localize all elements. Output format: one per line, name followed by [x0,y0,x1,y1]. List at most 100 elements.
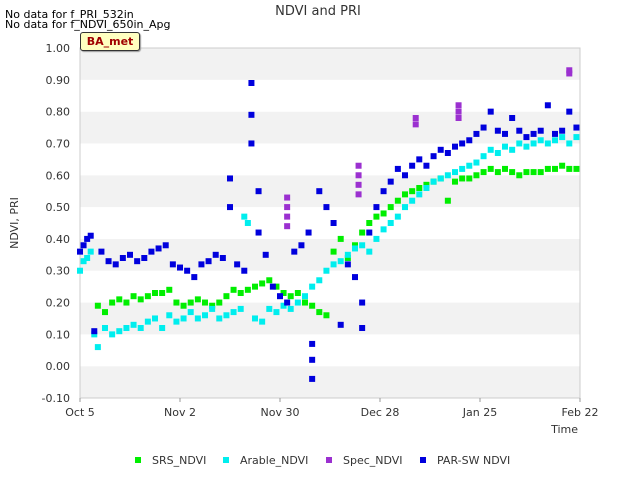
data-point [523,134,530,141]
data-point [573,165,580,172]
data-point [309,283,316,290]
data-point [480,169,487,176]
data-point [198,261,205,268]
y-tick-label: 0.30 [46,265,71,278]
data-point [473,172,480,179]
data-point [162,242,169,249]
data-point [137,296,144,303]
data-point [166,286,173,293]
data-point [180,315,187,322]
data-point [255,188,262,195]
data-point [387,178,394,185]
data-point [109,299,116,306]
data-point [530,169,537,176]
data-point [355,162,362,169]
data-point [509,169,516,176]
data-point [169,261,176,268]
data-point [155,245,162,252]
data-point [91,328,98,335]
data-point [284,194,291,201]
y-axis-label: NDVI, PRI [8,197,21,249]
grid-band [80,111,580,144]
data-point [173,318,180,325]
site-badge: BA_met [80,32,140,51]
data-point [105,258,112,265]
data-point [444,150,451,156]
data-point [244,220,251,226]
data-point [269,283,276,290]
data-point [416,156,423,163]
data-point [437,175,444,182]
data-point [537,137,544,144]
data-point [284,204,291,211]
data-point [355,172,362,179]
data-point [559,162,566,169]
data-point [355,181,362,188]
data-point [387,220,394,226]
data-point [473,130,480,137]
data-point [352,274,358,281]
data-point [544,102,551,109]
data-point [212,251,219,258]
grid-band [80,79,580,112]
data-point [287,293,294,300]
data-point [502,143,508,150]
data-point [330,220,337,226]
data-point [494,169,501,176]
data-point [252,283,258,290]
grid-band [80,48,580,80]
data-point [316,277,323,284]
y-tick-label: 0.90 [46,74,71,87]
data-point [291,248,298,255]
data-point [509,115,516,121]
legend-label: PAR-SW NDVI [437,454,510,467]
data-point [430,153,437,160]
data-point [152,290,158,296]
data-point [373,204,380,211]
data-point [205,258,212,265]
data-point [380,226,387,233]
y-tick-label: 0.60 [46,169,71,182]
data-point [116,328,123,335]
data-point [187,299,194,306]
data-point [402,191,408,198]
data-point [459,175,466,182]
data-point [159,325,166,331]
chart-title: NDVI and PRI [275,4,361,19]
data-point [452,169,458,176]
data-point [87,248,94,255]
data-point [309,356,316,363]
data-point [273,309,280,316]
data-point [302,293,308,300]
data-point [255,229,262,236]
data-point [330,261,337,268]
data-point [102,309,108,316]
data-point [455,108,462,115]
data-point [366,248,373,255]
data-point [305,229,312,236]
legend-label: Arable_NDVI [240,454,308,467]
legend-label: Spec_NDVI [343,454,403,467]
grid-band [80,207,580,239]
data-point [234,261,241,268]
data-point [409,162,416,169]
data-point [573,134,580,141]
data-point [373,235,380,242]
data-point [444,197,451,204]
data-point [509,146,516,153]
data-point [523,169,530,176]
data-point [366,220,373,226]
data-point [237,305,244,312]
data-point [266,277,273,284]
data-point [494,127,501,134]
y-tick-label: 0.50 [46,201,71,214]
y-tick-label: 0.70 [46,137,71,150]
data-point [177,264,183,271]
data-point [537,127,544,134]
data-point [394,213,401,220]
data-point [98,248,105,255]
x-tick-label: Oct 5 [65,406,95,419]
data-point [416,191,423,198]
data-point [109,331,116,338]
data-point [191,274,198,281]
